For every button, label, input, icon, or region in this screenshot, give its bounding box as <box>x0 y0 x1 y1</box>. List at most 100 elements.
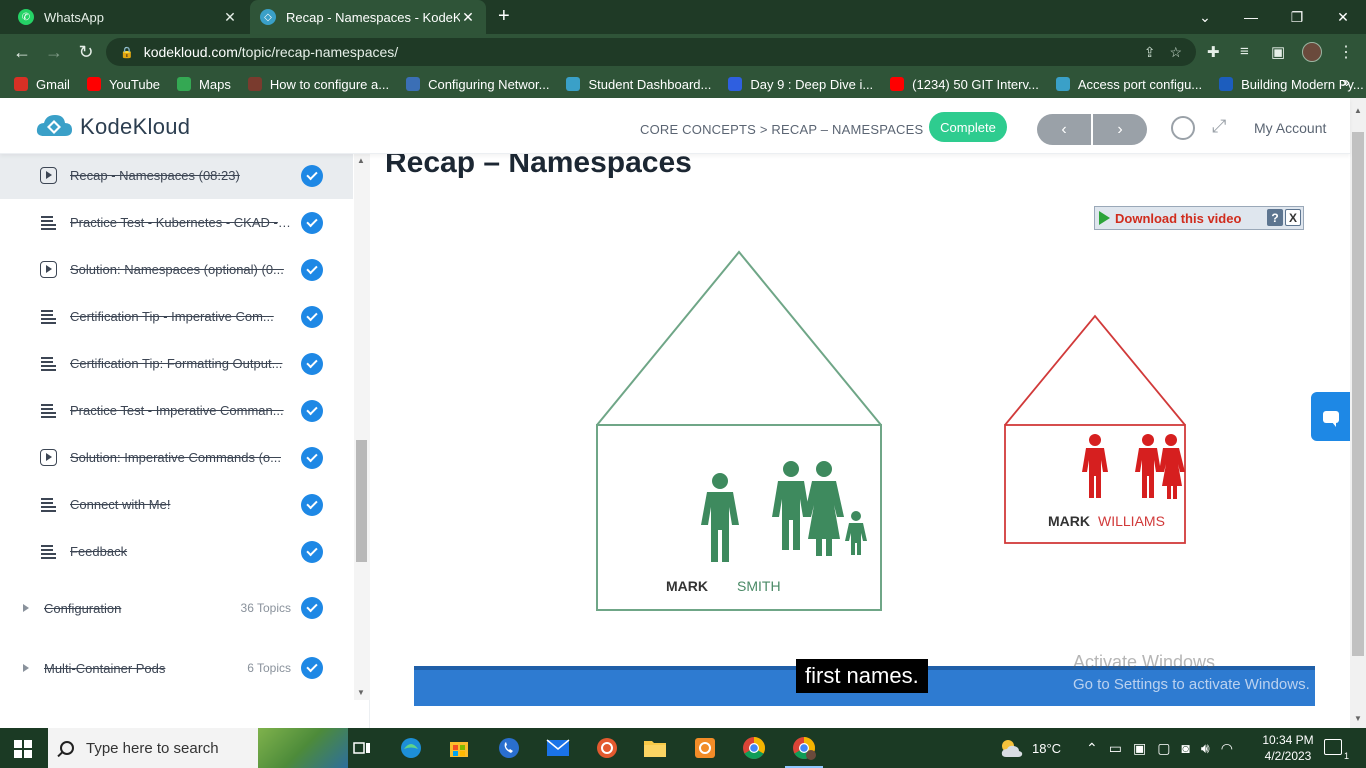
minimize-button[interactable]: — <box>1228 0 1274 34</box>
scroll-down-arrow-icon[interactable]: ▼ <box>357 688 365 697</box>
sidebar-module-item[interactable]: Configuration 36 Topics <box>0 588 353 628</box>
sidebar-module-item[interactable]: Multi-Container Pods 6 Topics <box>0 648 353 688</box>
chrome-icon[interactable] <box>741 735 767 761</box>
smith-family-figures <box>701 461 867 562</box>
sidebar-lesson-item[interactable]: Recap - Namespaces (08:23) <box>0 154 353 199</box>
sidebar-lesson-item[interactable]: Connect with Me! <box>0 481 353 528</box>
bookmark-item[interactable]: Configuring Networ... <box>406 77 549 92</box>
my-account-link[interactable]: My Account <box>1254 120 1326 136</box>
sidebar-scrollbar[interactable] <box>354 154 370 700</box>
show-hidden-icons-icon[interactable]: ⌃ <box>1086 740 1098 757</box>
tab-kodekloud[interactable]: ◇ Recap - Namespaces - KodeKloud ✕ <box>250 0 486 34</box>
notifications-icon[interactable]: 1 <box>1324 739 1349 761</box>
media-controls-icon[interactable]: ≡ <box>1240 43 1249 60</box>
mail-icon[interactable] <box>545 735 571 761</box>
lesson-pager: ‹ › <box>1037 114 1147 145</box>
sidebar-lesson-label: Connect with Me! <box>70 497 171 512</box>
bookmark-item[interactable]: (1234) 50 GIT Interv... <box>890 77 1039 92</box>
bookmark-star-icon[interactable]: ☆ <box>1169 44 1182 61</box>
bookmark-item[interactable]: How to configure a... <box>247 77 389 92</box>
weather-widget[interactable]: 18°C <box>998 728 1061 768</box>
browser-tab-strip: ✆ WhatsApp ✕ ◇ Recap - Namespaces - Kode… <box>0 0 1366 34</box>
tab-search-icon[interactable]: ⌄ <box>1182 0 1228 34</box>
profile-avatar[interactable] <box>1302 42 1322 62</box>
bookmark-item[interactable]: Day 9 : Deep Dive i... <box>728 77 873 92</box>
back-button[interactable]: ← <box>11 42 33 62</box>
snail-app-icon[interactable] <box>594 735 620 761</box>
module-name: Multi-Container Pods <box>44 660 166 676</box>
search-highlight-illustration[interactable] <box>258 728 348 768</box>
bookmark-item[interactable]: YouTube <box>86 77 160 92</box>
dark-mode-toggle-icon[interactable] <box>1171 116 1195 140</box>
page-scrollbar-thumb[interactable] <box>1352 132 1364 656</box>
video-player[interactable]: MARK SMITH MARK WILLIAMS <box>414 198 1315 705</box>
page-scroll-up-icon[interactable]: ▲ <box>1354 106 1362 115</box>
sidebar-lesson-item[interactable]: Feedback <box>0 528 353 575</box>
williams-family-figures <box>1082 434 1185 499</box>
sidebar-lesson-item[interactable]: Solution: Imperative Commands (o... <box>0 434 353 481</box>
notification-count: 1 <box>1343 751 1349 761</box>
search-icon <box>60 741 74 755</box>
more-bookmarks-icon[interactable]: » <box>1342 74 1350 91</box>
sidebar-scrollbar-thumb[interactable] <box>356 440 367 562</box>
share-icon[interactable]: ⇪ <box>1144 44 1156 61</box>
tab-whatsapp[interactable]: ✆ WhatsApp ✕ <box>8 0 248 34</box>
next-lesson-button[interactable]: › <box>1093 114 1147 145</box>
browser-toolbar: ← → ↻ 🔒 kodekloud.com/topic/recap-namesp… <box>0 34 1366 70</box>
close-tab-icon[interactable]: ✕ <box>460 9 476 26</box>
new-tab-button[interactable]: + <box>498 6 510 26</box>
breadcrumb[interactable]: CORE CONCEPTS > RECAP – NAMESPACES <box>640 122 923 137</box>
restore-button[interactable]: ❐ <box>1274 0 1320 34</box>
previous-lesson-button[interactable]: ‹ <box>1037 114 1091 145</box>
battery-icon[interactable]: ▭ <box>1109 740 1122 757</box>
system-tray: ⌃ ▭ ▣ ▢ ◙ 🔊︎ ◠ <box>1086 728 1233 768</box>
clock[interactable]: 10:34 PM 4/2/2023 <box>1258 732 1318 764</box>
sidebar-lesson-item[interactable]: Certification Tip: Formatting Output... <box>0 340 353 387</box>
bookmark-item[interactable]: Maps <box>177 77 231 92</box>
file-explorer-icon[interactable] <box>642 735 668 761</box>
camera-icon[interactable]: ◙ <box>1181 740 1189 756</box>
wifi-icon[interactable]: ◠ <box>1221 740 1233 757</box>
kodekloud-logo[interactable]: KodeKloud <box>34 112 190 142</box>
reload-button[interactable]: ↻ <box>75 42 97 62</box>
sidebar-lesson-item[interactable]: Practice Test - Kubernetes - CKAD - ... <box>0 199 353 246</box>
extensions-icon[interactable]: ✚ <box>1207 43 1220 61</box>
side-panel-icon[interactable]: ▣ <box>1271 43 1285 61</box>
volume-icon[interactable]: 🔊︎ <box>1201 740 1210 757</box>
settings-app-icon[interactable] <box>692 735 718 761</box>
microsoft-store-icon[interactable] <box>446 735 472 761</box>
bookmark-item[interactable]: Access port configu... <box>1055 77 1202 92</box>
kodekloud-icon <box>566 77 581 91</box>
sidebar-lesson-label: Certification Tip - Imperative Com... <box>70 309 274 324</box>
close-tab-icon[interactable]: ✕ <box>222 9 238 26</box>
phone-link-icon[interactable] <box>496 735 522 761</box>
meet-now-icon[interactable]: ▢ <box>1157 740 1170 757</box>
chat-button[interactable] <box>1311 392 1350 441</box>
chrome-profile-icon[interactable] <box>785 735 823 768</box>
chrome-menu-icon[interactable]: ⋮ <box>1338 42 1354 62</box>
sidebar-lesson-item[interactable]: Practice Test - Imperative Comman... <box>0 387 353 434</box>
forward-button[interactable]: → <box>43 42 65 62</box>
display-icon[interactable]: ▣ <box>1133 740 1146 757</box>
expand-caret-icon[interactable] <box>23 664 29 672</box>
bookmark-item[interactable]: Gmail <box>14 77 70 92</box>
download-close-button[interactable]: X <box>1285 209 1301 226</box>
scroll-up-arrow-icon[interactable]: ▲ <box>357 156 365 165</box>
module-topic-count: 36 Topics <box>240 601 291 615</box>
edge-icon[interactable] <box>398 735 424 761</box>
download-video-button[interactable]: Download this video ? X <box>1094 206 1304 230</box>
windows-start-icon[interactable] <box>14 740 32 758</box>
fullscreen-icon[interactable]: ⤢ <box>1212 116 1226 137</box>
download-help-button[interactable]: ? <box>1267 209 1283 226</box>
close-window-button[interactable]: ✕ <box>1320 0 1366 34</box>
complete-button[interactable]: Complete <box>929 112 1007 142</box>
address-bar[interactable]: 🔒 kodekloud.com/topic/recap-namespaces/ … <box>106 38 1196 66</box>
sidebar-lesson-item[interactable]: Solution: Namespaces (optional) (0... <box>0 246 353 293</box>
page-scroll-down-icon[interactable]: ▼ <box>1354 714 1362 723</box>
bookmark-item[interactable]: Student Dashboard... <box>566 77 711 92</box>
site-header: KodeKloud CORE CONCEPTS > RECAP – NAMESP… <box>0 98 1350 154</box>
sidebar-lesson-item[interactable]: Certification Tip - Imperative Com... <box>0 293 353 340</box>
completed-check-icon <box>301 540 323 563</box>
task-view-icon[interactable] <box>349 735 375 761</box>
expand-caret-icon[interactable] <box>23 604 29 612</box>
